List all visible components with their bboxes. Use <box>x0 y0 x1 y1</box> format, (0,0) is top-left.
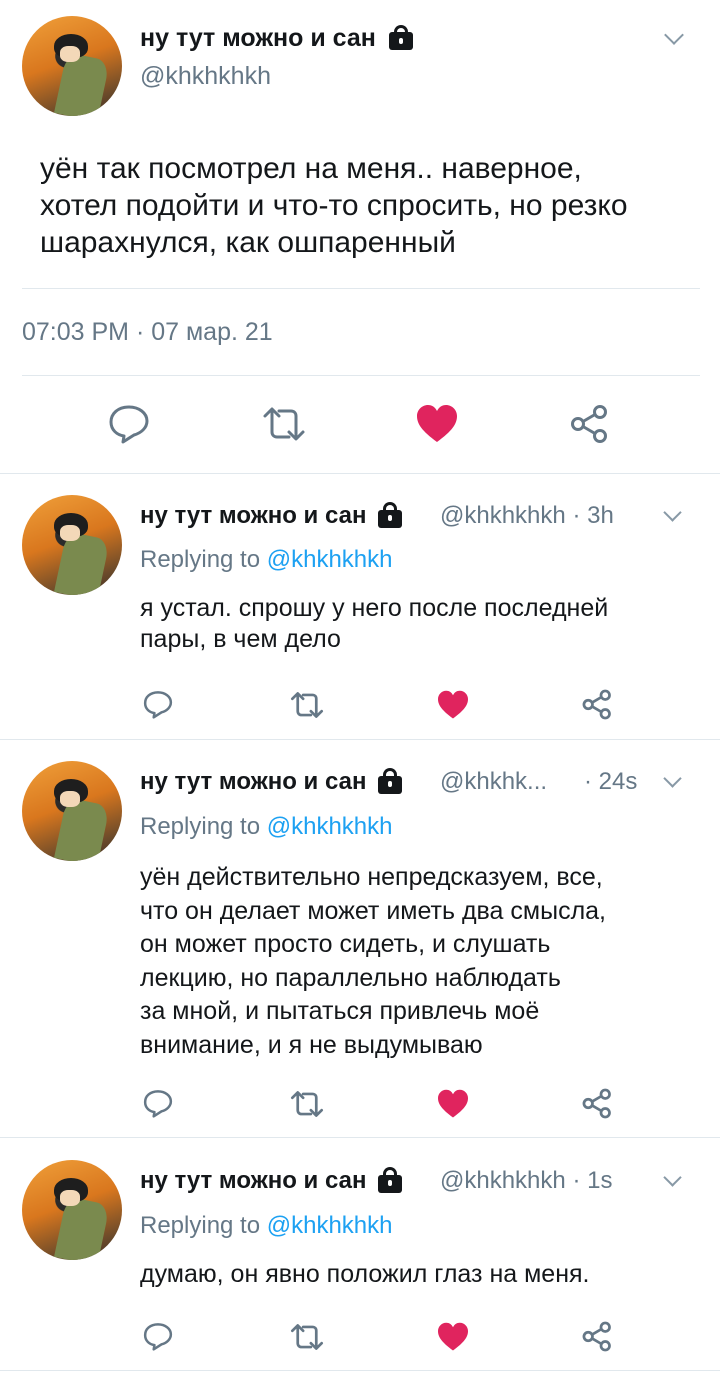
tweet-text: думаю, он явно положил глаз на меня. <box>140 1260 590 1288</box>
author-name-text[interactable]: ну тут можно и сан <box>140 24 376 52</box>
reply-button[interactable] <box>143 1322 173 1351</box>
avatar[interactable] <box>22 16 122 116</box>
chevron-down-icon[interactable] <box>663 503 682 522</box>
retweet-icon <box>263 407 305 441</box>
author-name-text[interactable]: ну тут можно и сан <box>140 502 366 529</box>
author-name[interactable]: ну тут можно и сан <box>140 1167 403 1195</box>
lock-icon <box>378 502 403 528</box>
divider <box>0 739 720 740</box>
share-icon <box>571 405 607 443</box>
share-button[interactable] <box>570 404 610 444</box>
replying-to-link[interactable]: @khkhkhkh <box>267 813 393 840</box>
heart-icon <box>438 1089 468 1118</box>
replying-to-link[interactable]: @khkhkhkh <box>267 1212 393 1239</box>
replying-to-link[interactable]: @khkhkhkh <box>267 546 393 573</box>
reply-icon <box>143 1090 173 1118</box>
heart-icon <box>438 690 468 719</box>
retweet-icon <box>290 692 324 718</box>
replying-to: Replying to @khkhkhkh <box>140 813 393 841</box>
tweet-time: · 24s <box>584 768 638 795</box>
divider <box>22 375 700 376</box>
like-button[interactable] <box>437 1089 469 1119</box>
chevron-down-icon[interactable] <box>664 25 684 45</box>
chevron-down-icon[interactable] <box>663 769 682 788</box>
share-icon <box>582 1321 611 1352</box>
lock-icon <box>378 1167 403 1193</box>
divider <box>0 1137 720 1138</box>
replying-to-label: Replying to <box>140 1212 261 1239</box>
reply-icon <box>109 405 149 444</box>
divider <box>22 288 700 289</box>
share-icon <box>582 1088 611 1119</box>
share-button[interactable] <box>582 1321 613 1352</box>
retweet-icon <box>290 1324 324 1350</box>
author-name[interactable]: ну тут можно и сан <box>140 502 403 530</box>
author-handle[interactable]: @khkhkhkh · 3h <box>440 502 614 530</box>
retweet-button[interactable] <box>290 1323 324 1351</box>
tweet-time: · 3h <box>572 502 614 529</box>
retweet-button[interactable] <box>290 691 324 719</box>
reply-icon <box>143 691 173 719</box>
chevron-down-icon[interactable] <box>663 1168 682 1187</box>
like-button[interactable] <box>437 1322 469 1352</box>
author-handle[interactable]: @khkhkhkh · 1s <box>440 1167 612 1195</box>
replying-to: Replying to @khkhkhkh <box>140 1212 393 1240</box>
tweet-time: · 1s <box>572 1167 613 1194</box>
like-button[interactable] <box>437 690 469 720</box>
lock-icon <box>388 25 413 51</box>
author-handle-text[interactable]: @khkhkhkh <box>440 502 566 529</box>
reply-icon <box>143 1323 173 1351</box>
share-button[interactable] <box>582 689 613 720</box>
reply-button[interactable] <box>143 690 173 719</box>
avatar[interactable] <box>22 1160 122 1260</box>
lock-icon <box>378 768 403 794</box>
author-name-text[interactable]: ну тут можно и сан <box>140 768 366 795</box>
tweet-text: я устал. спрошу у него после последней п… <box>140 594 609 653</box>
author-handle-text[interactable]: @khkhkhkh <box>440 1167 566 1194</box>
heart-icon <box>417 405 457 442</box>
tweet-text: уён действительно непредсказуем, все, чт… <box>140 863 607 1059</box>
reply-button[interactable] <box>143 1089 173 1118</box>
share-button[interactable] <box>582 1088 613 1119</box>
share-icon <box>582 689 611 720</box>
tweet-text: уён так посмотрел на меня.. наверное, хо… <box>40 152 628 259</box>
author-name-text[interactable]: ну тут можно и сан <box>140 1167 366 1194</box>
author-handle[interactable]: @khkhk... <box>440 768 547 796</box>
retweet-icon <box>290 1091 324 1117</box>
avatar[interactable] <box>22 761 122 861</box>
tweet-timestamp[interactable]: 07:03 PM · 07 мар. 21 <box>22 318 273 347</box>
author-handle[interactable]: @khkhkhkh <box>140 62 271 91</box>
divider <box>0 1370 720 1371</box>
replying-to: Replying to @khkhkhkh <box>140 546 393 574</box>
like-button[interactable] <box>416 404 458 444</box>
reply-button[interactable] <box>108 404 150 444</box>
author-name[interactable]: ну тут можно и сан <box>140 24 413 53</box>
avatar[interactable] <box>22 495 122 595</box>
author-name[interactable]: ну тут можно и сан <box>140 768 403 796</box>
divider <box>0 473 720 474</box>
heart-icon <box>438 1322 468 1351</box>
replying-to-label: Replying to <box>140 813 261 840</box>
retweet-button[interactable] <box>262 406 306 442</box>
replying-to-label: Replying to <box>140 546 261 573</box>
retweet-button[interactable] <box>290 1090 324 1118</box>
